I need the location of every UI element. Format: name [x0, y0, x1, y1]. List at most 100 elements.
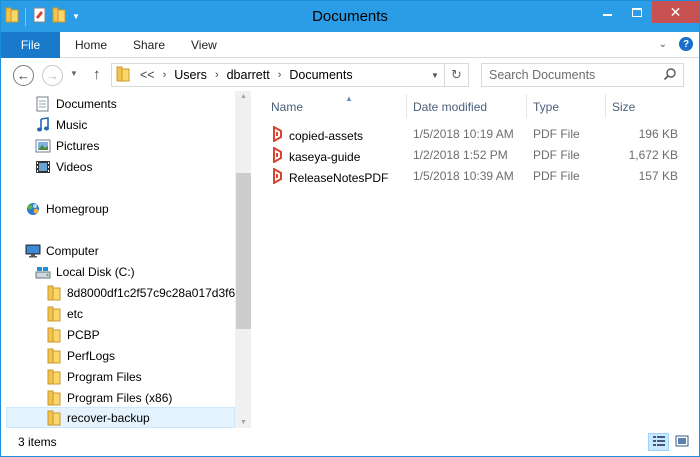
scroll-up-icon[interactable]: ▲	[240, 93, 247, 100]
ribbon-right-controls: ⌄ ?	[659, 37, 693, 51]
nav-item-folder[interactable]: 8d8000df1c2f57c9c28a017d3f6a	[46, 282, 242, 303]
minimize-button[interactable]	[592, 1, 622, 23]
nav-item-label: 8d8000df1c2f57c9c28a017d3f6a	[67, 285, 242, 300]
back-button[interactable]: ←	[13, 65, 34, 86]
nav-item-videos[interactable]: Videos	[35, 156, 92, 177]
breadcrumb-separator-icon[interactable]: ›	[215, 69, 219, 81]
nav-scrollbar-thumb[interactable]	[236, 173, 251, 329]
nav-item-label: Pictures	[56, 138, 100, 153]
file-row[interactable]: kaseya-guide 1/2/2018 1:52 PM PDF File 1…	[256, 145, 696, 166]
folder-icon	[46, 369, 62, 385]
column-divider[interactable]	[605, 94, 606, 118]
file-row[interactable]: ReleaseNotesPDF 1/5/2018 10:39 AM PDF Fi…	[256, 166, 696, 187]
file-name: ReleaseNotesPDF	[289, 170, 389, 185]
address-bar[interactable]: << › Users › dbarrett › Documents ▼ ↻	[111, 63, 469, 87]
ribbon-tabs: File Home Share View ⌄ ?	[1, 32, 699, 58]
breadcrumb-dbarrett[interactable]: dbarrett	[227, 68, 270, 82]
details-view-icon	[652, 435, 666, 450]
music-icon	[35, 116, 51, 133]
navigation-bar: ← → ▼ ↑ << › Users › dbarrett › Document…	[1, 58, 699, 91]
computer-icon	[25, 243, 41, 259]
help-icon[interactable]: ?	[679, 37, 693, 51]
nav-item-label: Local Disk (C:)	[56, 264, 135, 279]
breadcrumb-separator-icon[interactable]: ›	[278, 69, 282, 81]
file-type: PDF File	[533, 169, 580, 183]
pdf-icon	[271, 146, 283, 166]
minimize-icon	[602, 14, 612, 16]
sort-ascending-icon: ▲	[345, 94, 353, 103]
nav-item-label: PerfLogs	[67, 348, 116, 363]
file-row[interactable]: copied-assets 1/5/2018 10:19 AM PDF File…	[256, 124, 696, 145]
nav-scrollbar[interactable]: ▲ ▼	[235, 91, 251, 428]
title-bar: ▼ Documents ✕	[1, 1, 699, 32]
column-divider[interactable]	[406, 94, 407, 118]
nav-item-folder[interactable]: PerfLogs	[46, 345, 115, 366]
nav-item-computer[interactable]: Computer	[25, 240, 99, 261]
file-name-cell: copied-assets	[271, 125, 364, 145]
forward-button[interactable]: →	[42, 65, 63, 86]
nav-item-folder[interactable]: etc	[46, 303, 83, 324]
close-icon: ✕	[669, 3, 682, 20]
tab-file[interactable]: File	[1, 32, 60, 58]
up-arrow-icon[interactable]: ↑	[93, 66, 101, 83]
column-header-name[interactable]: Name ▲	[271, 94, 353, 118]
tab-home[interactable]: Home	[75, 38, 107, 52]
breadcrumb-users[interactable]: Users	[174, 68, 207, 82]
nav-item-pictures[interactable]: Pictures	[35, 135, 99, 156]
explorer-window: ▼ Documents ✕ File Home Share View ⌄ ? ←…	[0, 0, 700, 457]
column-header-label: Size	[612, 100, 636, 114]
nav-item-label: Program Files	[67, 369, 142, 384]
nav-item-folder[interactable]: Program Files (x86)	[46, 387, 172, 408]
column-divider[interactable]	[526, 94, 527, 118]
refresh-button[interactable]: ↻	[444, 64, 468, 86]
nav-item-folder[interactable]: PCBP	[46, 324, 100, 345]
search-input[interactable]	[489, 67, 659, 83]
column-header-type[interactable]: Type	[533, 96, 559, 118]
nav-item-folder[interactable]: Program Files	[46, 366, 142, 387]
nav-item-local-disk[interactable]: Local Disk (C:)	[35, 261, 135, 282]
folder-icon	[46, 306, 62, 322]
nav-item-homegroup[interactable]: Homegroup	[25, 198, 109, 219]
nav-item-label: Program Files (x86)	[67, 390, 173, 405]
homegroup-icon	[25, 201, 41, 217]
file-size: 196 KB	[638, 127, 678, 141]
nav-item-label: recover-backup	[67, 410, 150, 425]
breadcrumb-separator-icon[interactable]: ›	[163, 69, 167, 81]
file-type: PDF File	[533, 127, 580, 141]
folder-icon	[46, 327, 62, 343]
address-history-chevron-icon[interactable]: ▼	[426, 71, 444, 80]
large-icons-view-button[interactable]	[671, 433, 692, 451]
breadcrumb-overflow[interactable]: <<	[140, 68, 155, 82]
column-header-label: Name	[271, 100, 304, 114]
nav-item-label: Computer	[46, 243, 99, 258]
file-name: copied-assets	[289, 128, 364, 143]
maximize-button[interactable]	[622, 1, 652, 23]
scroll-down-icon[interactable]: ▼	[240, 419, 247, 426]
close-button[interactable]: ✕	[652, 1, 699, 23]
details-view-button[interactable]	[648, 433, 669, 451]
nav-item-documents[interactable]: Documents	[35, 93, 117, 114]
nav-item-music[interactable]: Music	[35, 114, 87, 135]
navigation-pane: Documents Music Pictures Videos Homegrou…	[1, 91, 251, 428]
tab-view[interactable]: View	[191, 38, 217, 52]
file-name: kaseya-guide	[289, 149, 361, 164]
search-box[interactable]	[481, 63, 684, 87]
search-icon[interactable]	[663, 67, 677, 84]
nav-item-label: PCBP	[67, 327, 100, 342]
expand-ribbon-chevron-icon[interactable]: ⌄	[659, 39, 667, 50]
folder-icon	[46, 285, 62, 301]
forward-arrow-icon: →	[46, 68, 59, 83]
pdf-icon	[271, 125, 283, 145]
tab-share[interactable]: Share	[133, 38, 165, 52]
column-header-size[interactable]: Size	[612, 96, 635, 118]
nav-item-label: Documents	[56, 96, 117, 111]
window-controls: ✕	[592, 1, 699, 23]
refresh-icon: ↻	[451, 67, 462, 82]
file-date: 1/5/2018 10:19 AM	[413, 127, 514, 141]
column-header-date[interactable]: Date modified	[413, 96, 487, 118]
file-size: 157 KB	[638, 169, 678, 183]
file-date: 1/5/2018 10:39 AM	[413, 169, 514, 183]
breadcrumb-documents[interactable]: Documents	[289, 68, 352, 82]
recent-locations-chevron-icon[interactable]: ▼	[70, 69, 78, 78]
nav-item-recover-backup[interactable]: recover-backup	[6, 407, 235, 428]
